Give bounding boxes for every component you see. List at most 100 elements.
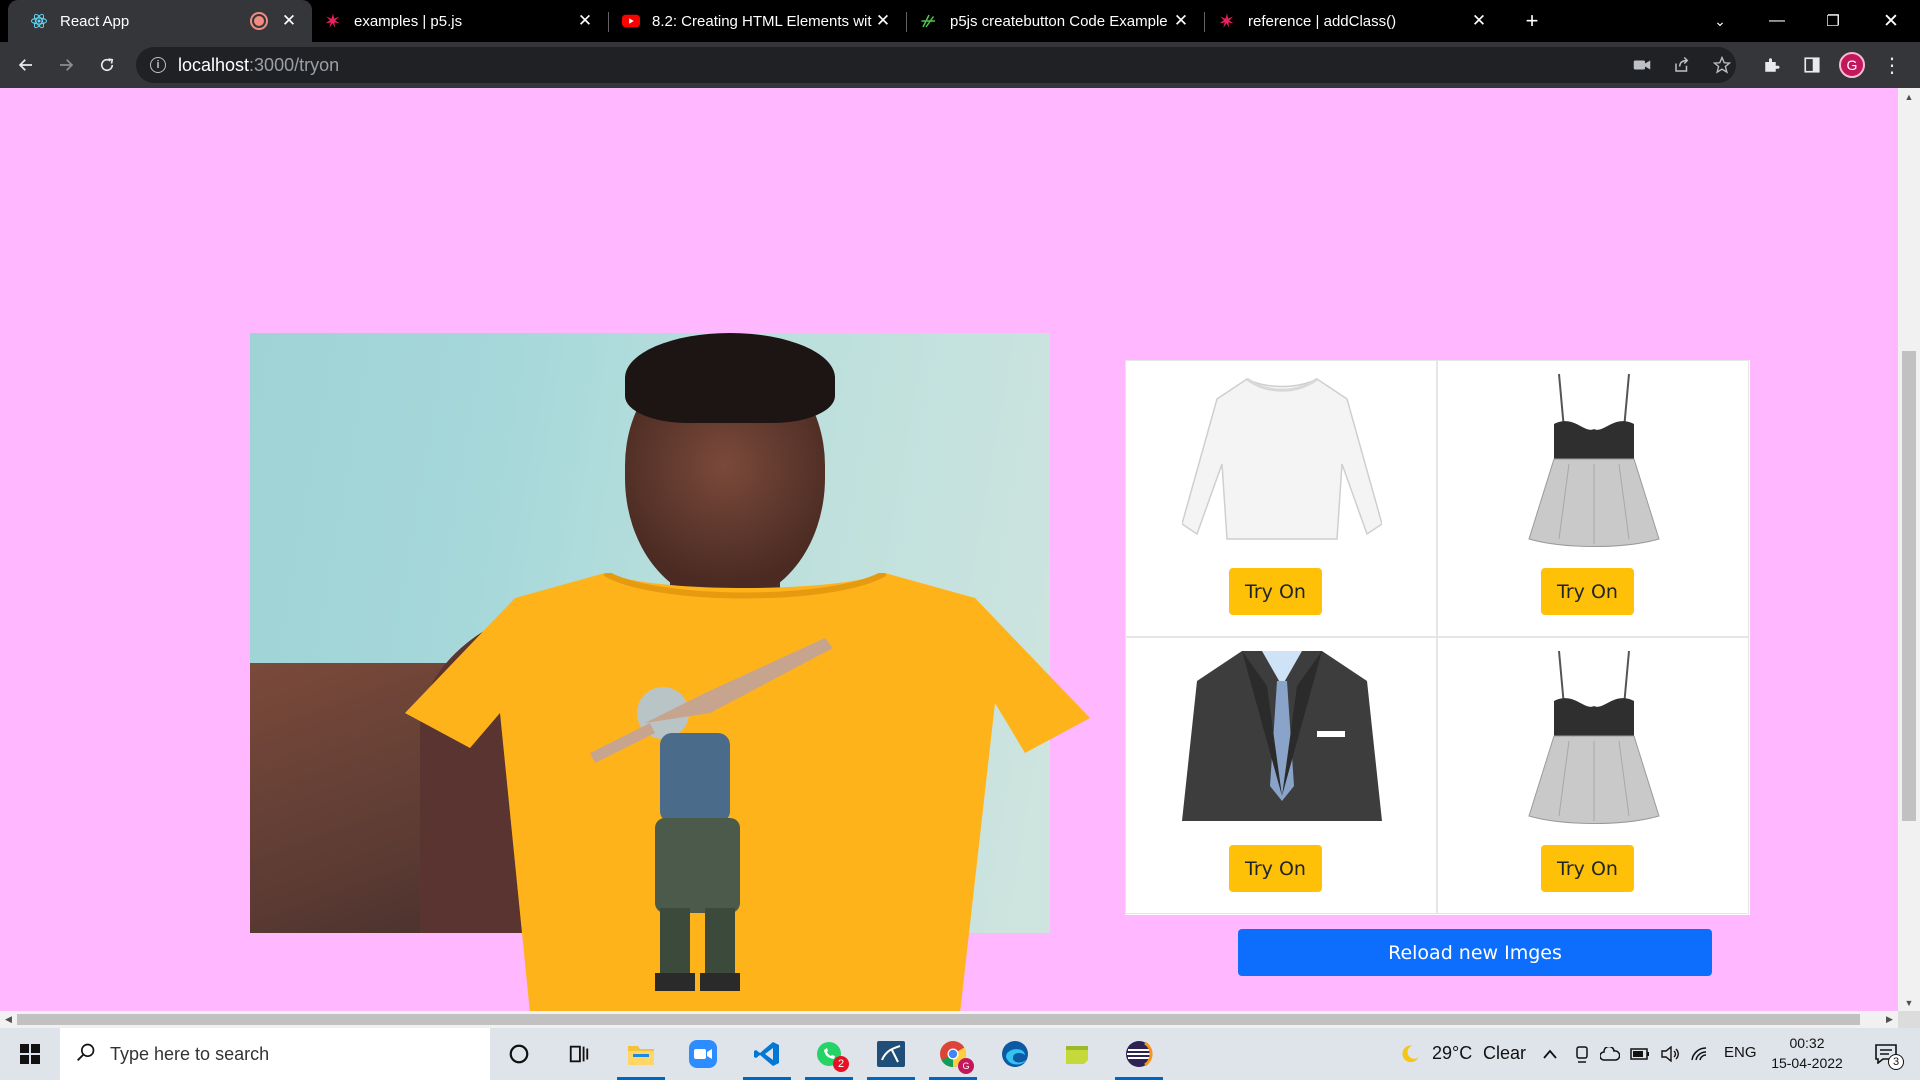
recording-indicator-icon (252, 14, 266, 28)
close-tab-icon[interactable]: ✕ (574, 10, 596, 32)
back-icon[interactable] (10, 49, 42, 81)
scroll-right-icon[interactable]: ▶ (1881, 1011, 1898, 1028)
vertical-scroll-thumb[interactable] (1902, 351, 1916, 821)
input-language[interactable]: ENG (1724, 1044, 1757, 1061)
tab-title: examples | p5.js (354, 12, 463, 30)
tab-strip: React App ✕ examples | p5.js ✕ 8.2: Crea… (0, 0, 1920, 42)
weather-condition: Clear (1483, 1043, 1527, 1063)
close-tab-icon[interactable]: ✕ (872, 10, 894, 32)
grepper-icon (920, 12, 938, 30)
show-hidden-icons-chevron-icon[interactable] (1538, 1042, 1562, 1066)
horizontal-scrollbar[interactable]: ◀ ▶ (0, 1011, 1898, 1028)
react-icon (30, 12, 48, 30)
browser-toolbar: i localhost:3000/tryon G ⋮ (0, 42, 1920, 88)
tab-react-app[interactable]: React App ✕ (8, 0, 312, 42)
overlay-tshirt (405, 570, 1095, 1011)
garment-card: Try On (1125, 637, 1437, 914)
close-tab-icon[interactable]: ✕ (1170, 10, 1192, 32)
taskbar-clock[interactable]: 00:32 15-04-2022 (1763, 1033, 1851, 1073)
tab-title: p5js createbutton Code Example (950, 12, 1168, 30)
onedrive-cloud-icon[interactable] (1598, 1042, 1622, 1066)
tab-separator (906, 12, 907, 32)
scroll-down-icon[interactable]: ▼ (1898, 994, 1920, 1011)
garment-card: Try On (1437, 360, 1749, 637)
site-info-icon[interactable]: i (150, 57, 166, 73)
close-tab-icon[interactable]: ✕ (278, 10, 300, 32)
notification-count: 3 (1888, 1054, 1904, 1070)
grey-camisole-top-image (1494, 369, 1694, 549)
search-icon (76, 1042, 96, 1067)
cortana-icon[interactable] (490, 1028, 548, 1080)
whatsapp-badge: 2 (833, 1056, 849, 1072)
chrome-profile-initial: G (958, 1058, 974, 1074)
horizontal-scroll-thumb[interactable] (17, 1014, 1860, 1025)
tab-p5-examples[interactable]: examples | p5.js ✕ (312, 0, 608, 42)
grey-camisole-top-image (1494, 646, 1694, 826)
edge-icon[interactable] (986, 1028, 1044, 1080)
task-view-icon[interactable] (550, 1028, 608, 1080)
try-on-button[interactable]: Try On (1229, 568, 1322, 615)
tab-youtube[interactable]: 8.2: Creating HTML Elements with ✕ (610, 0, 906, 42)
wifi-icon[interactable] (1688, 1042, 1712, 1066)
tab-search-icon[interactable]: ⌄ (1700, 0, 1740, 42)
meet-now-icon[interactable] (1570, 1042, 1594, 1066)
share-icon[interactable] (1666, 49, 1698, 81)
scroll-up-icon[interactable]: ▲ (1898, 88, 1920, 105)
weather-temperature: 29°C (1432, 1043, 1473, 1063)
profile-initial: G (1839, 52, 1865, 78)
battery-icon[interactable] (1628, 1042, 1652, 1066)
scrollbar-corner (1898, 1011, 1920, 1028)
whatsapp-icon[interactable]: 2 (800, 1028, 858, 1080)
garment-grid: Try On Try On Try On Try On (1125, 360, 1750, 915)
url-host: localhost (178, 54, 250, 75)
forward-icon[interactable] (50, 49, 82, 81)
close-window-icon[interactable]: ✕ (1866, 0, 1916, 42)
reload-images-button[interactable]: Reload new Imges (1238, 929, 1712, 976)
sticky-notes-icon[interactable] (1048, 1028, 1106, 1080)
tab-separator (608, 12, 609, 32)
chrome-menu-icon[interactable]: ⋮ (1876, 49, 1908, 81)
file-explorer-icon[interactable] (612, 1028, 670, 1080)
p5-asterisk-icon (324, 12, 342, 30)
try-on-button[interactable]: Try On (1229, 845, 1322, 892)
clock-time: 00:32 (1789, 1035, 1825, 1051)
eclipse-icon[interactable] (1110, 1028, 1168, 1080)
tab-grepper[interactable]: p5js createbutton Code Example ✕ (908, 0, 1204, 42)
url-path: :3000/tryon (249, 54, 340, 75)
try-on-button[interactable]: Try On (1541, 845, 1634, 892)
tab-title: React App (60, 12, 130, 30)
restore-icon[interactable]: ❐ (1808, 0, 1858, 42)
zoom-icon[interactable] (674, 1028, 732, 1080)
mysql-workbench-icon[interactable] (862, 1028, 920, 1080)
camera-in-use-icon[interactable] (1626, 49, 1658, 81)
person-hair (625, 333, 835, 423)
taskbar-search-box[interactable]: Type here to search (60, 1028, 490, 1080)
reload-icon[interactable] (91, 49, 123, 81)
extensions-icon[interactable] (1756, 49, 1788, 81)
action-center-icon[interactable]: 3 (1860, 1028, 1912, 1080)
chrome-icon[interactable]: G (924, 1028, 982, 1080)
vertical-scrollbar[interactable]: ▲ ▼ (1898, 88, 1920, 1011)
profile-avatar[interactable]: G (1836, 49, 1868, 81)
tab-title: reference | addClass() (1248, 12, 1397, 30)
side-panel-icon[interactable] (1796, 49, 1828, 81)
garment-card: Try On (1437, 637, 1749, 914)
vscode-icon[interactable] (738, 1028, 796, 1080)
minimize-icon[interactable]: — (1752, 0, 1802, 42)
new-tab-icon[interactable]: + (1512, 0, 1552, 42)
bookmark-star-icon[interactable] (1706, 49, 1738, 81)
volume-icon[interactable] (1658, 1042, 1682, 1066)
tab-p5-reference[interactable]: reference | addClass() ✕ (1206, 0, 1502, 42)
garment-card: Try On (1125, 360, 1437, 637)
weather-moon-icon[interactable] (1398, 1042, 1422, 1066)
search-placeholder: Type here to search (110, 1043, 270, 1064)
windows-start-icon[interactable] (0, 1028, 60, 1080)
close-tab-icon[interactable]: ✕ (1468, 10, 1490, 32)
scroll-left-icon[interactable]: ◀ (0, 1011, 17, 1028)
white-long-sleeve-shirt-image (1182, 369, 1382, 549)
p5-asterisk-icon (1218, 12, 1236, 30)
address-bar[interactable]: i localhost:3000/tryon (136, 47, 1736, 83)
try-on-button[interactable]: Try On (1541, 568, 1634, 615)
tab-separator (1204, 12, 1205, 32)
windows-taskbar: Type here to search 2 G 29°C Clear ENG 0… (0, 1028, 1920, 1080)
